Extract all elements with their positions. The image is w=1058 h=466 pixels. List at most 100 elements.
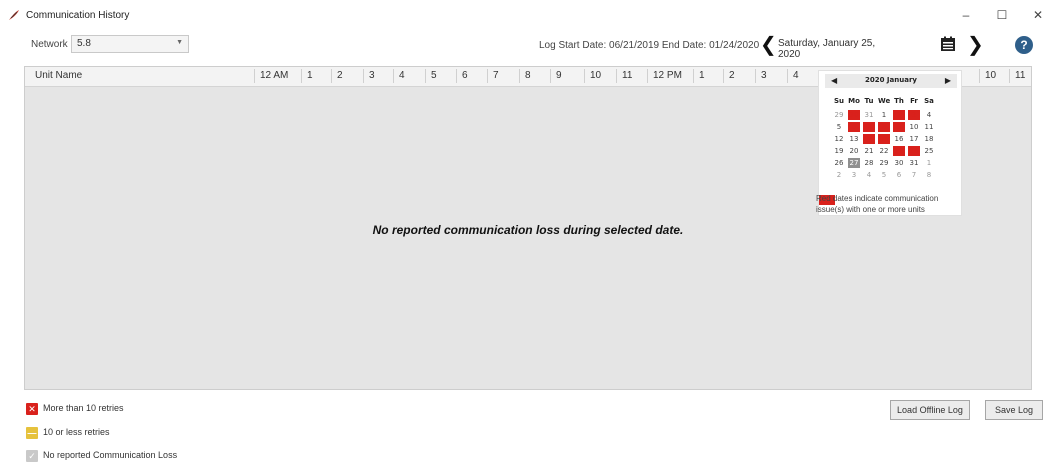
network-label: Network — [31, 39, 68, 50]
column-separator[interactable] — [647, 69, 648, 83]
column-separator[interactable] — [301, 69, 302, 83]
calendar-header: ◀ 2020 January ▶ — [825, 74, 957, 88]
close-button[interactable]: ✕ — [1030, 8, 1046, 22]
calendar-day[interactable]: 30 — [848, 110, 860, 120]
column-hour-13: 1 — [699, 70, 705, 81]
calendar-day[interactable]: 27 — [848, 158, 860, 168]
column-separator[interactable] — [616, 69, 617, 83]
calendar-day[interactable]: 19 — [833, 146, 845, 156]
calendar-day[interactable]: 18 — [923, 134, 935, 144]
calendar-day[interactable]: 20 — [848, 146, 860, 156]
calendar-day[interactable]: 16 — [893, 134, 905, 144]
calendar-day[interactable]: 31 — [863, 110, 875, 120]
calendar-day[interactable]: 23 — [893, 146, 905, 156]
calendar-weekday: Mo — [848, 97, 860, 105]
calendar-day[interactable]: 5 — [878, 170, 890, 180]
column-unit-name[interactable]: Unit Name — [35, 70, 82, 81]
empty-state-message: No reported communication loss during se… — [372, 223, 684, 237]
app-feather-icon — [9, 10, 19, 20]
next-day-button[interactable]: ❯ — [967, 35, 984, 55]
column-separator[interactable] — [393, 69, 394, 83]
selected-date: Saturday, January 25, 2020 — [778, 38, 876, 60]
calendar-day[interactable]: 1 — [923, 158, 935, 168]
calendar-day[interactable]: 31 — [908, 158, 920, 168]
column-separator[interactable] — [584, 69, 585, 83]
column-hour-16: 4 — [793, 70, 799, 81]
calendar-day[interactable]: 29 — [833, 110, 845, 120]
calendar-day[interactable]: 1 — [878, 110, 890, 120]
calendar-day[interactable]: 15 — [878, 134, 890, 144]
help-icon[interactable]: ? — [1015, 36, 1033, 54]
column-hour-23: 11 — [1015, 70, 1026, 81]
save-log-button[interactable]: Save Log — [985, 400, 1043, 420]
calendar-day[interactable]: 4 — [863, 170, 875, 180]
calendar-icon[interactable] — [940, 36, 956, 52]
column-separator[interactable] — [979, 69, 980, 83]
minimize-button[interactable]: – — [958, 8, 974, 22]
calendar-day[interactable]: 6 — [893, 170, 905, 180]
column-hour-8: 8 — [525, 70, 531, 81]
column-separator[interactable] — [723, 69, 724, 83]
column-separator[interactable] — [425, 69, 426, 83]
legend-label: More than 10 retries — [43, 403, 124, 413]
maximize-button[interactable]: ☐ — [994, 8, 1010, 22]
log-range-text: Log Start Date: 06/21/2019 End Date: 01/… — [539, 40, 760, 51]
column-separator[interactable] — [487, 69, 488, 83]
calendar-day[interactable]: 14 — [863, 134, 875, 144]
calendar-day[interactable]: 22 — [878, 146, 890, 156]
calendar-day[interactable]: 5 — [833, 122, 845, 132]
legend-label: No reported Communication Loss — [43, 450, 178, 460]
calendar-day[interactable]: 6 — [848, 122, 860, 132]
calendar-day[interactable]: 2 — [893, 110, 905, 120]
calendar-day[interactable]: 2 — [833, 170, 845, 180]
calendar-day[interactable]: 8 — [878, 122, 890, 132]
column-hour-10: 10 — [590, 70, 602, 81]
column-separator[interactable] — [550, 69, 551, 83]
column-separator[interactable] — [456, 69, 457, 83]
calendar-day[interactable]: 25 — [923, 146, 935, 156]
gray-check-icon: ✓ — [26, 450, 38, 462]
calendar-month-title[interactable]: 2020 January — [825, 76, 957, 84]
column-separator[interactable] — [519, 69, 520, 83]
column-hour-5: 5 — [431, 70, 437, 81]
column-hour-22: 10 — [985, 70, 997, 81]
column-separator[interactable] — [755, 69, 756, 83]
calendar-day[interactable]: 11 — [923, 122, 935, 132]
calendar-weekday: Fr — [910, 97, 918, 105]
calendar-day[interactable]: 28 — [863, 158, 875, 168]
column-separator[interactable] — [693, 69, 694, 83]
column-separator[interactable] — [254, 69, 255, 83]
calendar-weekday: We — [878, 97, 891, 105]
column-hour-15: 3 — [761, 70, 767, 81]
column-separator[interactable] — [787, 69, 788, 83]
column-hour-0: 12 AM — [260, 70, 289, 81]
calendar-next-month-button[interactable]: ▶ — [945, 74, 951, 88]
calendar-day[interactable]: 10 — [908, 122, 920, 132]
calendar-day[interactable]: 4 — [923, 110, 935, 120]
calendar-day[interactable]: 29 — [878, 158, 890, 168]
calendar-day[interactable]: 7 — [863, 122, 875, 132]
title-bar: Communication History – ☐ ✕ — [0, 0, 1058, 30]
network-dropdown[interactable]: 5.8 ▼ — [71, 35, 189, 53]
calendar-day[interactable]: 26 — [833, 158, 845, 168]
calendar-day[interactable]: 30 — [893, 158, 905, 168]
calendar-day[interactable]: 3 — [848, 170, 860, 180]
calendar-day[interactable]: 21 — [863, 146, 875, 156]
calendar-day[interactable]: 7 — [908, 170, 920, 180]
calendar-day[interactable]: 13 — [848, 134, 860, 144]
column-separator[interactable] — [1009, 69, 1010, 83]
load-offline-log-button[interactable]: Load Offline Log — [890, 400, 970, 420]
column-hour-14: 2 — [729, 70, 735, 81]
selected-date-field[interactable]: Saturday, January 25, 2020 — [775, 36, 895, 60]
calendar-weekday: Tu — [864, 97, 874, 105]
calendar-weekday: Th — [894, 97, 904, 105]
calendar-day[interactable]: 9 — [893, 122, 905, 132]
calendar-day[interactable]: 12 — [833, 134, 845, 144]
column-separator[interactable] — [363, 69, 364, 83]
calendar-day[interactable]: 24 — [908, 146, 920, 156]
calendar-day[interactable]: 3 — [908, 110, 920, 120]
calendar-day[interactable]: 17 — [908, 134, 920, 144]
column-hour-9: 9 — [556, 70, 562, 81]
calendar-day[interactable]: 8 — [923, 170, 935, 180]
column-separator[interactable] — [331, 69, 332, 83]
